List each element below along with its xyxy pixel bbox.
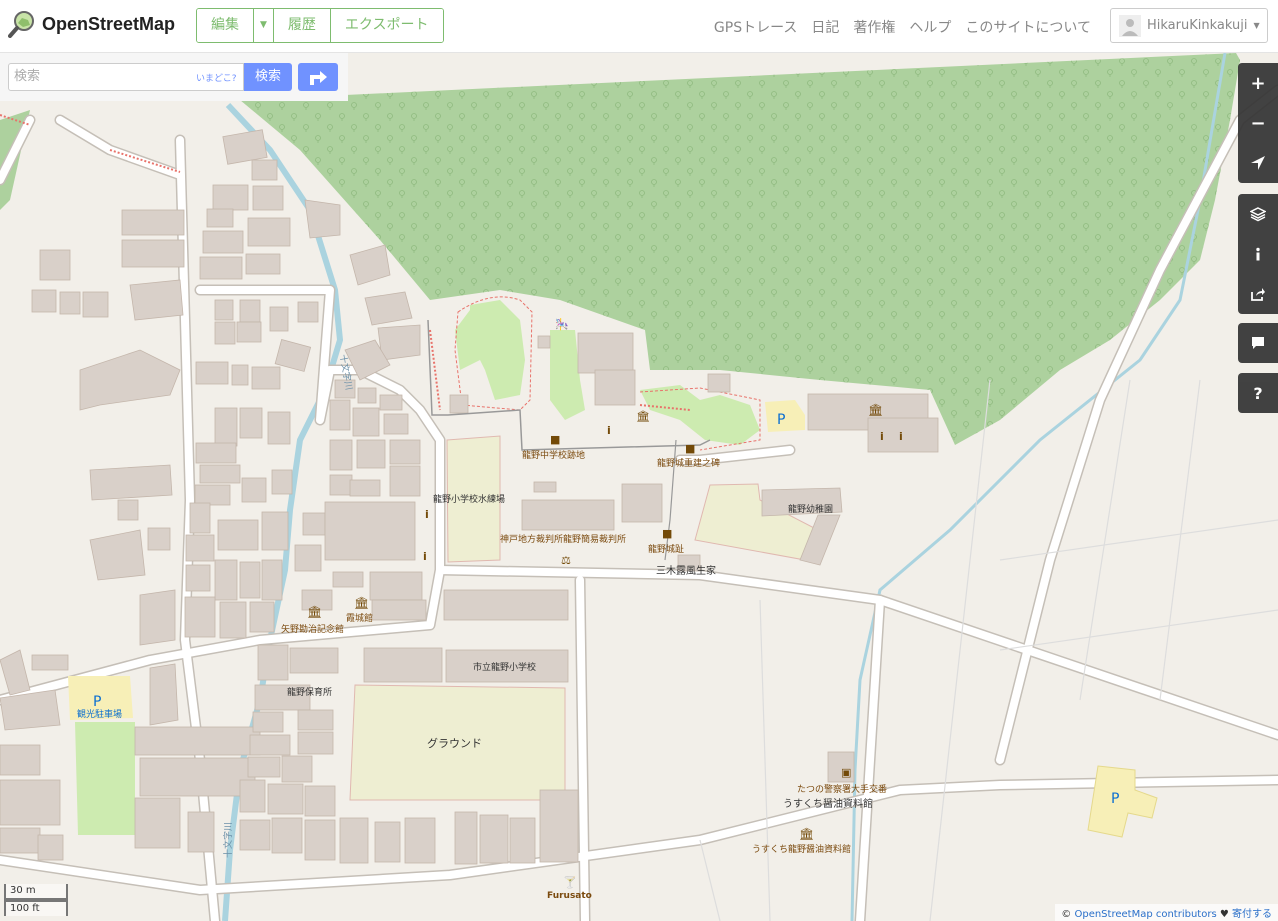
svg-text:⚖: ⚖	[561, 554, 571, 567]
edit-dropdown-chevron-icon[interactable]: ▼	[254, 9, 274, 42]
svg-text:P: P	[777, 412, 785, 428]
label-castle-monument[interactable]: 龍野城重建之碑	[657, 456, 720, 469]
zoom-out-button[interactable]: −	[1238, 103, 1278, 143]
nav-gps-traces[interactable]: GPSトレース	[714, 17, 797, 37]
svg-text:十文字川: 十文字川	[222, 822, 234, 858]
label-police-box[interactable]: たつの警察署大手交番	[797, 782, 887, 795]
directions-icon	[310, 71, 327, 85]
svg-text:i: i	[899, 430, 903, 443]
map-tiles: 🎠 🏛 🏛 🏛 🏛 🏛 i i i i i ⚖ ■ ■ ■ ▣ 🍸 P P P …	[0, 53, 1278, 921]
svg-text:i: i	[425, 508, 429, 521]
svg-text:■: ■	[685, 442, 695, 455]
svg-text:▣: ▣	[841, 766, 851, 779]
svg-text:■: ■	[550, 433, 560, 446]
search-button[interactable]: 検索	[244, 63, 292, 91]
map-help-button[interactable]: ?	[1238, 373, 1278, 413]
directions-button[interactable]	[298, 63, 338, 91]
comment-icon	[1252, 337, 1264, 349]
nav-copyright[interactable]: 著作権	[853, 17, 895, 37]
where-am-i-link[interactable]: いまどこ?	[196, 71, 237, 84]
label-kindergarten[interactable]: 龍野幼稚園	[788, 502, 833, 515]
svg-text:🏛: 🏛	[799, 827, 814, 841]
label-soy-museum-1[interactable]: うすくち醤油資料館	[783, 795, 873, 810]
edit-button[interactable]: 編集	[197, 9, 254, 42]
label-furusato[interactable]: Furusato	[547, 891, 592, 901]
label-tourist-parking[interactable]: 観光駐車場	[77, 707, 122, 720]
heart-icon: ♥	[1219, 909, 1229, 920]
osm-contributors-link[interactable]: OpenStreetMap contributors	[1074, 909, 1216, 920]
top-nav: GPSトレース 日記 著作権 ヘルプ このサイトについて	[714, 17, 1091, 37]
copyright-symbol: ©	[1061, 909, 1072, 920]
scale-bar: 30 m 100 ft	[4, 884, 68, 918]
username: HikaruKinkakuji	[1147, 18, 1248, 33]
layers-icon	[1250, 207, 1266, 222]
attribution: © OpenStreetMap contributors ♥ 寄付する	[1055, 904, 1278, 921]
donate-link[interactable]: 寄付する	[1232, 909, 1272, 920]
chevron-down-icon: ▼	[1253, 21, 1260, 30]
zoom-in-button[interactable]: +	[1238, 63, 1278, 103]
layer-controls	[1238, 194, 1278, 314]
label-court[interactable]: 神戸地方裁判所龍野簡易裁判所	[500, 532, 626, 545]
edit-button-group: 編集 ▼ 履歴 エクスポート	[196, 8, 444, 43]
info-button[interactable]	[1238, 234, 1278, 274]
label-pool[interactable]: 龍野小学校水練場	[433, 492, 505, 505]
label-kajo-hall[interactable]: 霞城館	[346, 611, 373, 624]
svg-text:🏛: 🏛	[307, 605, 322, 619]
svg-text:🍸: 🍸	[563, 875, 577, 889]
info-icon	[1256, 247, 1260, 261]
label-miki-house[interactable]: 三木露風生家	[656, 562, 716, 577]
label-soy-museum-2[interactable]: うすくち龍野醤油資料館	[752, 842, 851, 855]
svg-text:🏛: 🏛	[636, 410, 650, 423]
user-menu-button[interactable]: HikaruKinkakuji ▼	[1110, 8, 1268, 43]
svg-text:i: i	[423, 550, 427, 563]
svg-text:■: ■	[662, 527, 672, 540]
scale-imperial: 100 ft	[4, 900, 68, 916]
svg-text:🏛: 🏛	[354, 596, 369, 610]
export-button[interactable]: エクスポート	[330, 9, 443, 42]
history-button[interactable]: 履歴	[273, 9, 331, 42]
locate-arrow-icon	[1251, 156, 1265, 170]
svg-text:P: P	[1111, 791, 1119, 807]
label-nursery[interactable]: 龍野保育所	[287, 685, 332, 698]
magnifier-logo-icon	[8, 11, 34, 38]
question-mark-icon: ?	[1253, 383, 1263, 403]
svg-text:i: i	[880, 430, 884, 443]
scale-metric: 30 m	[4, 884, 68, 900]
logo-text: OpenStreetMap	[42, 13, 176, 34]
nav-diary[interactable]: 日記	[811, 17, 839, 37]
locate-button[interactable]	[1238, 143, 1278, 183]
header: OpenStreetMap 編集 ▼ 履歴 エクスポート GPSトレース 日記 …	[0, 0, 1278, 53]
share-icon	[1251, 288, 1265, 301]
logo-link[interactable]: OpenStreetMap	[8, 10, 175, 38]
label-ground[interactable]: グラウンド	[427, 735, 482, 751]
share-button[interactable]	[1238, 274, 1278, 314]
help-controls: ?	[1238, 373, 1278, 413]
map-canvas[interactable]: 🎠 🏛 🏛 🏛 🏛 🏛 i i i i i ⚖ ■ ■ ■ ▣ 🍸 P P P …	[0, 53, 1278, 921]
note-controls	[1238, 323, 1278, 363]
avatar-icon	[1119, 14, 1141, 37]
label-junior-high-ruins[interactable]: 龍野中学校跡地	[522, 448, 585, 461]
nav-about[interactable]: このサイトについて	[965, 17, 1091, 37]
label-yano-museum[interactable]: 矢野勘治記念館	[281, 622, 344, 635]
nav-help[interactable]: ヘルプ	[909, 17, 951, 37]
add-note-button[interactable]	[1238, 323, 1278, 363]
zoom-controls: + −	[1238, 63, 1278, 183]
layers-button[interactable]	[1238, 194, 1278, 234]
search-panel: 検索 いまどこ? 検索	[0, 53, 348, 101]
svg-text:i: i	[607, 424, 611, 437]
svg-text:🎠: 🎠	[555, 318, 569, 331]
svg-text:🏛: 🏛	[868, 403, 883, 417]
label-castle-ruins[interactable]: 龍野城趾	[648, 542, 684, 555]
label-elementary[interactable]: 市立龍野小学校	[473, 660, 536, 673]
